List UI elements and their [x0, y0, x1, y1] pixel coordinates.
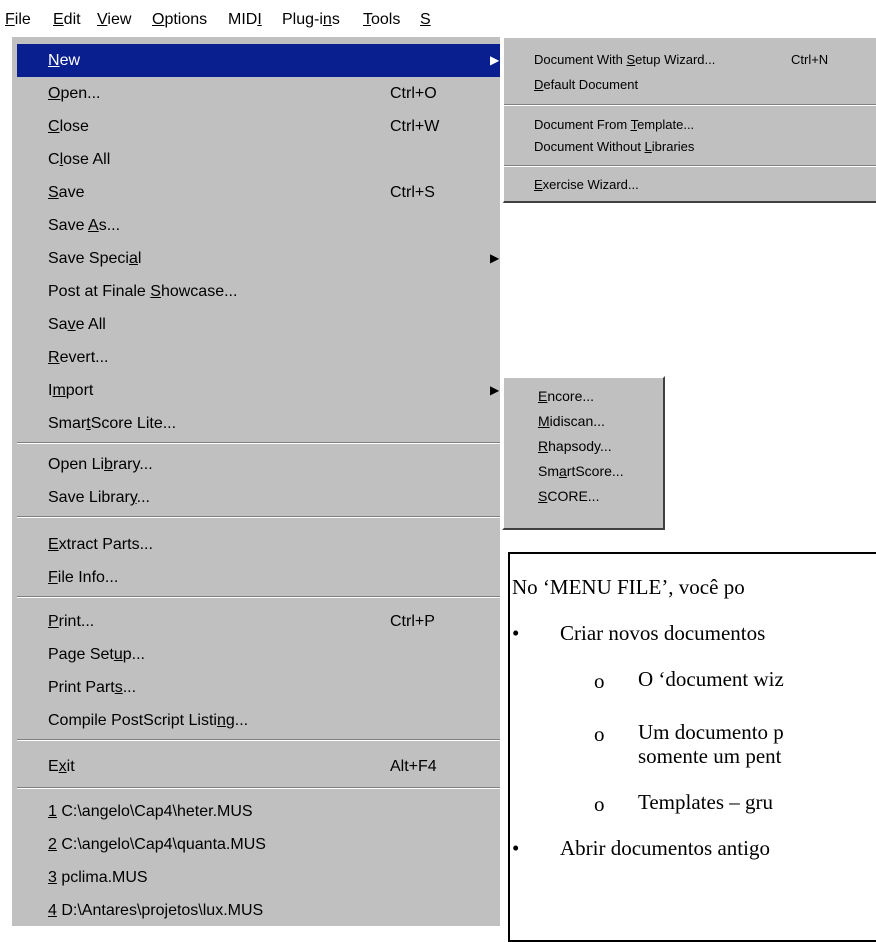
- bullet-text: Abrir documentos antigo: [560, 836, 770, 860]
- new-submenu: Document With Setup Wizard... Ctrl+N Defa…: [503, 38, 876, 203]
- menu-item-new[interactable]: New ▶: [17, 44, 500, 77]
- submenu-arrow-icon: ▶: [490, 251, 500, 265]
- menu-separator: [17, 787, 500, 789]
- menu-item-print[interactable]: Print... Ctrl+P: [17, 605, 500, 638]
- submenu-item-score[interactable]: SCORE...: [538, 484, 599, 509]
- menu-item-exit[interactable]: Exit Alt+F4: [17, 750, 500, 783]
- shortcut-label: Ctrl+P: [390, 613, 435, 630]
- sub-bullet-text: Templates – gru: [638, 790, 773, 814]
- menu-separator: [17, 516, 500, 518]
- shortcut-label: Ctrl+N: [791, 52, 829, 67]
- submenu-arrow-icon: ▶: [490, 383, 500, 397]
- submenu-item-midiscan[interactable]: Midiscan...: [538, 409, 605, 434]
- submenu-item-without-libraries[interactable]: Document Without Libraries: [534, 135, 874, 159]
- menu-separator: [17, 739, 500, 741]
- shortcut-label: Ctrl+O: [390, 85, 437, 102]
- menu-plug-ins[interactable]: Plug-ins: [282, 10, 340, 30]
- menu-item-save-special[interactable]: Save Special ▶: [17, 242, 500, 275]
- menu-midi[interactable]: MIDI: [228, 10, 262, 30]
- menu-item-close-all[interactable]: Close All: [17, 143, 500, 176]
- menu-view[interactable]: View: [97, 10, 131, 30]
- document-text-box: No ‘MENU FILE’, você po • Criar novos do…: [508, 552, 876, 942]
- menu-item-recent-1[interactable]: 1 C:\angelo\Cap4\heter.MUS: [17, 795, 500, 828]
- menu-item-recent-2[interactable]: 2 C:\angelo\Cap4\quanta.MUS: [17, 828, 500, 861]
- menu-bar: File Edit View Options MIDI Plug-ins Too…: [0, 0, 503, 37]
- shortcut-label: Ctrl+S: [390, 184, 435, 201]
- submenu-item-setup-wizard[interactable]: Document With Setup Wizard... Ctrl+N: [534, 48, 874, 72]
- sub-bullet-text: somente um pent: [638, 744, 782, 768]
- bullet-text: Criar novos documentos: [560, 621, 766, 645]
- sub-bullet-icon: o: [594, 722, 605, 746]
- menu-item-recent-4[interactable]: 4 D:\Antares\projetos\lux.MUS: [17, 894, 500, 927]
- sub-bullet-text: O ‘document wiz: [638, 667, 784, 691]
- menu-tools[interactable]: Tools: [363, 10, 400, 30]
- submenu-item-from-template[interactable]: Document From Template...: [534, 113, 874, 137]
- submenu-item-rhapsody[interactable]: Rhapsody...: [538, 434, 612, 459]
- menu-separator: [504, 104, 876, 106]
- menu-item-revert[interactable]: Revert...: [17, 341, 500, 374]
- import-submenu: Encore... Midiscan... Rhapsody... SmartS…: [502, 376, 665, 530]
- menu-item-recent-3[interactable]: 3 pclima.MUS: [17, 861, 500, 894]
- menu-edit[interactable]: Edit: [53, 10, 81, 30]
- submenu-item-default-document[interactable]: Default Document: [534, 73, 874, 97]
- menu-s[interactable]: S: [420, 10, 431, 30]
- sub-bullet-text: Um documento p: [638, 720, 784, 744]
- menu-item-open-library[interactable]: Open Library...: [17, 448, 500, 481]
- menu-separator: [17, 596, 500, 598]
- menu-item-file-info[interactable]: File Info...: [17, 561, 500, 594]
- menu-file[interactable]: File: [5, 10, 31, 30]
- sub-bullet-icon: o: [594, 669, 605, 693]
- menu-item-open[interactable]: Open... Ctrl+O: [17, 77, 500, 110]
- bullet-icon: •: [512, 836, 520, 860]
- menu-item-save-all[interactable]: Save All: [17, 308, 500, 341]
- submenu-item-encore[interactable]: Encore...: [538, 384, 594, 409]
- shortcut-label: Ctrl+W: [390, 118, 440, 135]
- intro-text: No ‘MENU FILE’, você po: [512, 575, 745, 599]
- menu-item-smartscore-lite[interactable]: SmartScore Lite...: [17, 407, 500, 440]
- menu-item-page-setup[interactable]: Page Setup...: [17, 638, 500, 671]
- submenu-arrow-icon: ▶: [490, 53, 500, 67]
- menu-item-print-parts[interactable]: Print Parts...: [17, 671, 500, 704]
- menu-item-save-library[interactable]: Save Library...: [17, 481, 500, 514]
- menu-options[interactable]: Options: [152, 10, 207, 30]
- shortcut-label: Alt+F4: [390, 758, 437, 775]
- menu-separator: [504, 165, 876, 167]
- menu-item-post-showcase[interactable]: Post at Finale Showcase...: [17, 275, 500, 308]
- menu-item-extract-parts[interactable]: Extract Parts...: [17, 528, 500, 561]
- menu-item-save[interactable]: Save Ctrl+S: [17, 176, 500, 209]
- menu-item-save-as[interactable]: Save As...: [17, 209, 500, 242]
- menu-separator: [17, 442, 500, 444]
- bullet-icon: •: [512, 621, 520, 645]
- submenu-item-exercise-wizard[interactable]: Exercise Wizard...: [534, 173, 874, 197]
- menu-item-close[interactable]: Close Ctrl+W: [17, 110, 500, 143]
- menu-item-import[interactable]: Import ▶: [17, 374, 500, 407]
- submenu-item-smartscore[interactable]: SmartScore...: [538, 459, 624, 484]
- menu-item-compile-postscript[interactable]: Compile PostScript Listing...: [17, 704, 500, 737]
- file-menu: New ▶ Open... Ctrl+O Close Ctrl+W Close All…: [12, 37, 500, 926]
- sub-bullet-icon: o: [594, 792, 605, 816]
